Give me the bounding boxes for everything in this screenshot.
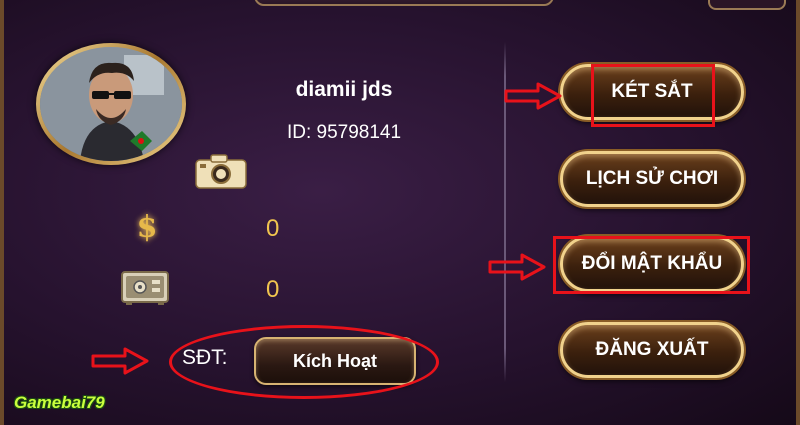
profile-panel: diamii jds ID: 95798141 $ 0 0 SĐT: Kích …	[0, 0, 800, 425]
user-id: ID: 95798141	[286, 122, 402, 143]
panel-top-tab	[254, 0, 554, 6]
username: diamii jds	[295, 78, 393, 101]
close-tab[interactable]	[708, 0, 786, 10]
avatar-portrait	[40, 47, 182, 161]
highlight-box-safe	[591, 64, 715, 127]
camera-icon[interactable]	[195, 153, 247, 189]
play-history-button[interactable]: LỊCH SỬ CHƠI	[560, 151, 744, 207]
money-balance: 0	[266, 215, 280, 242]
arrow-right-icon	[91, 347, 149, 375]
logout-button[interactable]: ĐĂNG XUẤT	[560, 322, 744, 378]
arrow-right-icon	[504, 82, 562, 110]
safe-balance: 0	[266, 276, 280, 303]
avatar-image	[40, 47, 182, 161]
avatar[interactable]	[36, 43, 186, 165]
watermark: Gamebai79	[14, 393, 105, 412]
dollar-icon: $	[136, 210, 158, 245]
arrow-right-icon	[488, 253, 546, 281]
highlight-ellipse-phone	[169, 325, 439, 399]
highlight-box-change-password	[553, 236, 750, 294]
safe-icon	[121, 271, 169, 305]
